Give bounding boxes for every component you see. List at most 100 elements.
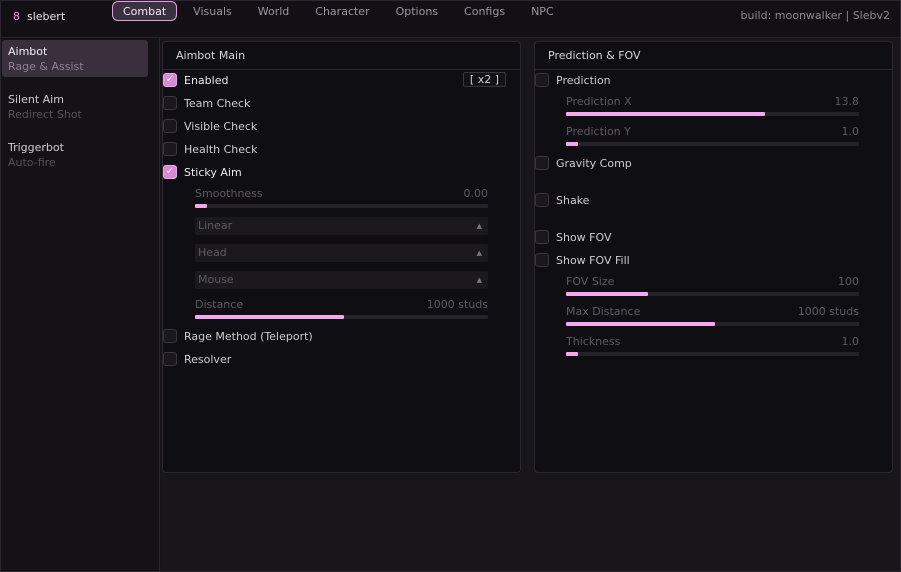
enabled-label: Enabled — [184, 73, 229, 87]
tab-character[interactable]: Character — [305, 1, 379, 21]
target-bone-dropdown-value: Head — [198, 246, 227, 259]
slider-fill — [566, 352, 578, 356]
sticky-aim-checkbox[interactable]: ✓ — [163, 165, 177, 179]
sidebar: Aimbot Rage & Assist Silent Aim Redirect… — [1, 38, 160, 571]
easing-dropdown[interactable]: Linear ▲ — [195, 217, 488, 235]
tab-options[interactable]: Options — [386, 1, 448, 21]
sidebar-item-subtitle: Redirect Shot — [8, 108, 82, 121]
smoothness-value: 0.00 — [463, 187, 489, 200]
keybind-button[interactable]: [ x2 ] — [462, 72, 506, 87]
easing-dropdown-value: Linear — [198, 219, 233, 232]
distance-label: Distance — [195, 298, 244, 311]
slider-fill — [566, 322, 716, 326]
resolver-toggle[interactable]: Resolver — [163, 351, 231, 367]
show-fov-fill-label: Show FOV Fill — [556, 253, 630, 267]
slider-track[interactable] — [195, 204, 488, 208]
show-fov-fill-checkbox[interactable] — [535, 253, 549, 267]
main-content: Aimbot Main [ x2 ] ✓ Enabled Team Check … — [161, 38, 900, 571]
aim-method-dropdown[interactable]: Mouse ▲ — [195, 271, 488, 289]
health-check-label: Health Check — [184, 142, 258, 156]
prediction-x-label: Prediction X — [566, 95, 632, 108]
resolver-checkbox[interactable] — [163, 352, 177, 366]
slider-fill — [195, 315, 345, 319]
show-fov-fill-toggle[interactable]: Show FOV Fill — [535, 252, 630, 268]
app-window: 8 slebert Combat Visuals World Character… — [0, 0, 901, 572]
resolver-label: Resolver — [184, 352, 232, 366]
prediction-x-slider[interactable]: Prediction X 13.8 — [566, 95, 859, 117]
show-fov-label: Show FOV — [556, 230, 612, 244]
fov-size-slider[interactable]: FOV Size 100 — [566, 275, 859, 297]
health-check-checkbox[interactable] — [163, 142, 177, 156]
slider-fill — [566, 112, 766, 116]
slider-track[interactable] — [566, 292, 859, 296]
thickness-slider[interactable]: Thickness 1.0 — [566, 335, 859, 357]
brand: 8 slebert — [13, 9, 65, 23]
aimbot-main-panel: Aimbot Main [ x2 ] ✓ Enabled Team Check … — [162, 41, 521, 473]
prediction-fov-panel: Prediction & FOV Prediction Prediction X… — [534, 41, 893, 473]
tab-combat[interactable]: Combat — [112, 1, 178, 21]
sidebar-item-silent-aim[interactable]: Silent Aim Redirect Shot — [2, 88, 148, 125]
tab-visuals[interactable]: Visuals — [183, 1, 242, 21]
gravity-comp-checkbox[interactable] — [535, 156, 549, 170]
shake-toggle[interactable]: Shake — [535, 192, 589, 208]
show-fov-toggle[interactable]: Show FOV — [535, 229, 612, 245]
visible-check-toggle[interactable]: Visible Check — [163, 118, 257, 134]
tab-npc[interactable]: NPC — [521, 1, 564, 21]
prediction-label: Prediction — [556, 73, 611, 87]
max-distance-slider[interactable]: Max Distance 1000 studs — [566, 305, 859, 327]
health-check-toggle[interactable]: Health Check — [163, 141, 257, 157]
slider-track[interactable] — [566, 322, 859, 326]
visible-check-checkbox[interactable] — [163, 119, 177, 133]
slider-fill — [566, 142, 578, 146]
shake-label: Shake — [556, 193, 590, 207]
team-check-toggle[interactable]: Team Check — [163, 95, 250, 111]
sticky-aim-toggle[interactable]: ✓ Sticky Aim — [163, 164, 242, 180]
slider-fill — [566, 292, 649, 296]
thickness-value: 1.0 — [841, 335, 860, 348]
tab-configs[interactable]: Configs — [454, 1, 515, 21]
tab-world[interactable]: World — [248, 1, 300, 21]
rage-method-label: Rage Method (Teleport) — [184, 329, 313, 343]
sidebar-item-title: Silent Aim — [8, 93, 64, 106]
sidebar-item-subtitle: Rage & Assist — [8, 60, 84, 73]
enabled-checkbox[interactable]: ✓ — [163, 73, 177, 87]
slider-track[interactable] — [195, 315, 488, 319]
enabled-toggle[interactable]: ✓ Enabled — [163, 72, 228, 88]
slider-track[interactable] — [566, 352, 859, 356]
smoothness-label: Smoothness — [195, 187, 263, 200]
triangle-up-icon: ▲ — [476, 276, 482, 284]
sidebar-item-aimbot[interactable]: Aimbot Rage & Assist — [2, 40, 148, 77]
slider-fill — [195, 204, 207, 208]
max-distance-label: Max Distance — [566, 305, 641, 318]
prediction-y-value: 1.0 — [841, 125, 860, 138]
prediction-toggle[interactable]: Prediction — [535, 72, 611, 88]
check-icon: ✓ — [165, 166, 175, 177]
sidebar-item-title: Triggerbot — [8, 141, 64, 154]
prediction-y-slider[interactable]: Prediction Y 1.0 — [566, 125, 859, 147]
build-label: build: moonwalker | Slebv2 — [740, 9, 890, 22]
panel-title: Prediction & FOV — [535, 42, 892, 70]
check-icon: ✓ — [165, 74, 175, 85]
target-bone-dropdown[interactable]: Head ▲ — [195, 244, 488, 262]
rage-method-checkbox[interactable] — [163, 329, 177, 343]
prediction-x-value: 13.8 — [834, 95, 860, 108]
gravity-comp-label: Gravity Comp — [556, 156, 632, 170]
smoothness-slider[interactable]: Smoothness 0.00 — [195, 187, 488, 209]
sticky-aim-label: Sticky Aim — [184, 165, 242, 179]
rage-method-toggle[interactable]: Rage Method (Teleport) — [163, 328, 313, 344]
max-distance-value: 1000 studs — [797, 305, 859, 318]
thickness-label: Thickness — [566, 335, 621, 348]
triangle-up-icon: ▲ — [476, 222, 482, 230]
team-check-checkbox[interactable] — [163, 96, 177, 110]
sidebar-item-subtitle: Auto-fire — [8, 156, 56, 169]
distance-slider[interactable]: Distance 1000 studs — [195, 298, 488, 320]
prediction-checkbox[interactable] — [535, 73, 549, 87]
fov-size-value: 100 — [838, 275, 859, 288]
shake-checkbox[interactable] — [535, 193, 549, 207]
main-tabs: Combat Visuals World Character Options C… — [112, 1, 570, 21]
slider-track[interactable] — [566, 112, 859, 116]
slider-track[interactable] — [566, 142, 859, 146]
show-fov-checkbox[interactable] — [535, 230, 549, 244]
sidebar-item-triggerbot[interactable]: Triggerbot Auto-fire — [2, 136, 148, 173]
gravity-comp-toggle[interactable]: Gravity Comp — [535, 155, 632, 171]
